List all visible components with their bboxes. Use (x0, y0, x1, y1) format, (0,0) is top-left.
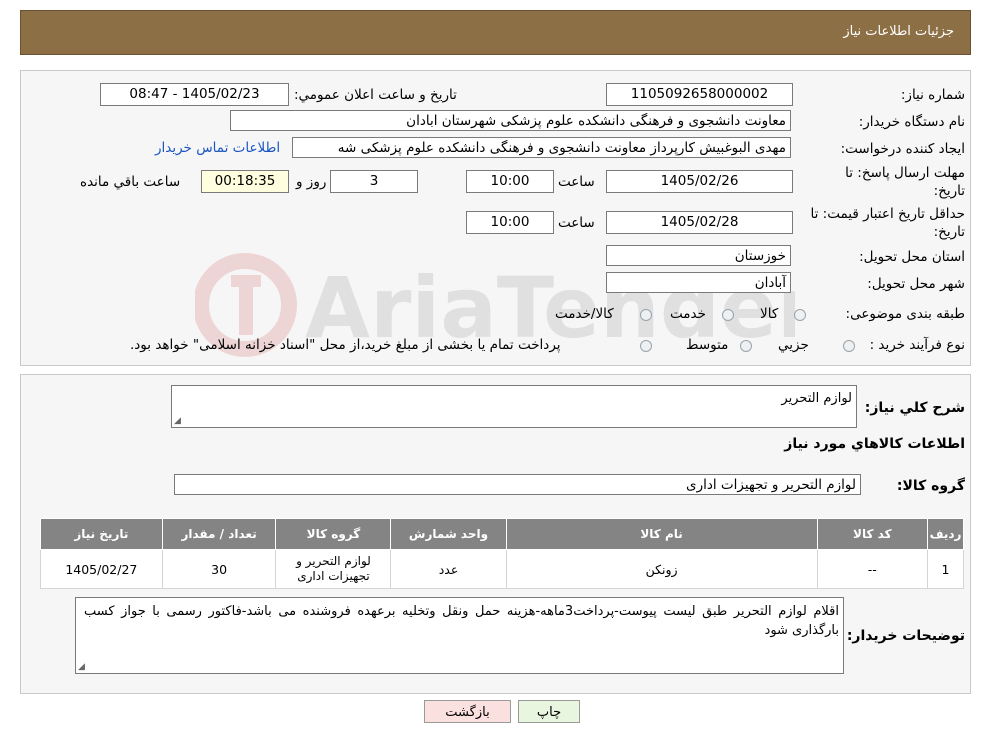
validity-time-field: 10:00 (466, 211, 554, 234)
process-option-medium: متوسط (686, 337, 729, 353)
announce-date-field: 1405/02/23 - 08:47 (100, 83, 289, 106)
buyer-org-field: معاونت دانشجوی و فرهنگی دانشکده علوم پزش… (230, 110, 791, 131)
col-header-goods-group: گروه کالا (275, 518, 392, 550)
process-option-minor: جزيي (778, 337, 809, 353)
process-radio-minor[interactable] (843, 340, 855, 352)
page-header: جزئیات اطلاعات نیاز (20, 10, 971, 55)
goods-group-field: لوازم التحرير و تجهيزات اداری (174, 474, 861, 495)
print-button[interactable]: چاپ (518, 700, 580, 723)
need-number-label: شماره نیاز: (900, 87, 965, 103)
goods-group-label: گروه کالا: (896, 478, 965, 494)
remaining-time-field: 00:18:35 (201, 170, 289, 193)
province-label: استان محل تحويل: (859, 249, 965, 265)
back-button[interactable]: بازگشت (424, 700, 511, 723)
category-option-service: خدمت (670, 306, 706, 322)
category-radio-goods[interactable] (794, 309, 806, 321)
table-row: 1 -- زونکن عدد لوازم التحرير و تجهيزات ا… (40, 549, 964, 589)
deadline-time-label: ساعت (558, 174, 595, 190)
city-label: شهر محل تحويل: (867, 276, 965, 292)
category-radio-service[interactable] (722, 309, 734, 321)
remaining-time-label: ساعت باقي مانده (80, 174, 181, 190)
buyer-notes-label: توضيحات خريدار: (846, 628, 965, 644)
days-remaining-field: 3 (330, 170, 418, 193)
category-radio-goods-service[interactable] (640, 309, 652, 321)
buyer-contact-link[interactable]: اطلاعات تماس خريدار (155, 140, 280, 156)
col-header-unit: واحد شمارش (390, 518, 507, 550)
goods-info-title: اطلاعات کالاهاي مورد نياز (784, 436, 965, 452)
creator-label: ايجاد کننده درخواست: (840, 141, 965, 157)
category-label: طبقه بندی موضوعی: (845, 306, 965, 322)
treasury-payment-checkbox[interactable] (640, 340, 652, 352)
goods-table: رديف کد کالا نام کالا واحد شمارش گروه کا… (40, 518, 964, 589)
cell-unit: عدد (390, 549, 507, 589)
validity-date-field: 1405/02/28 (606, 211, 793, 234)
province-field: خوزستان (606, 245, 791, 266)
category-option-goods: کالا (760, 306, 779, 322)
need-summary-text: لوازم التحریر (781, 391, 852, 406)
deadline-time-field: 10:00 (466, 170, 554, 193)
announce-date-label: تاريخ و ساعت اعلان عمومي: (294, 87, 457, 103)
process-type-label: نوع فرآيند خريد : (869, 337, 965, 353)
validity-label-line2: تاريخ: (933, 224, 965, 240)
cell-quantity: 30 (161, 549, 277, 589)
page-title: جزئیات اطلاعات نیاز (843, 24, 954, 39)
cell-goods-group: لوازم التحرير و تجهيزات اداری (275, 549, 392, 589)
need-number-field: 1105092658000002 (606, 83, 793, 106)
deadline-label-line1: مهلت ارسال پاسخ: تا (845, 165, 965, 181)
table-header-row: رديف کد کالا نام کالا واحد شمارش گروه کا… (40, 518, 964, 550)
cell-item-name: زونکن (505, 549, 818, 589)
city-field: آبادان (606, 272, 791, 293)
col-header-item-code: کد کالا (816, 518, 929, 550)
buyer-org-label: نام دستگاه خريدار: (858, 114, 965, 130)
buyer-notes-textarea[interactable]: اقلام لوازم التحریر طبق لیست پیوست-پرداخ… (75, 597, 844, 674)
cell-need-date: 1405/02/27 (40, 549, 163, 589)
deadline-label-line2: تاريخ: (933, 183, 965, 199)
col-header-need-date: تاريخ نياز (40, 518, 163, 550)
col-header-item-name: نام کالا (505, 518, 818, 550)
process-radio-medium[interactable] (740, 340, 752, 352)
cell-row-number: 1 (927, 549, 964, 589)
validity-label-line1: حداقل تاريخ اعتبار قيمت: تا (810, 206, 965, 222)
cell-item-code: -- (816, 549, 929, 589)
creator-field: مهدی البوغبیش کارپرداز معاونت دانشجوی و … (292, 137, 791, 158)
resize-grip-icon[interactable]: ◢ (174, 416, 181, 426)
buyer-notes-text: اقلام لوازم التحریر طبق لیست پیوست-پرداخ… (84, 604, 839, 638)
col-header-quantity: تعداد / مقدار (161, 518, 277, 550)
deadline-date-field: 1405/02/26 (606, 170, 793, 193)
col-header-row-number: رديف (927, 518, 964, 550)
days-label: روز و (296, 174, 327, 190)
validity-time-label: ساعت (558, 215, 595, 231)
need-summary-label: شرح کلي نياز: (864, 400, 965, 416)
treasury-payment-note: پرداخت تمام يا بخشی از مبلغ خريد،از محل … (130, 337, 561, 353)
category-option-goods-service: کالا/خدمت (555, 306, 614, 322)
resize-grip-icon[interactable]: ◢ (78, 662, 85, 672)
need-summary-textarea[interactable]: لوازم التحریر ◢ (171, 385, 857, 428)
